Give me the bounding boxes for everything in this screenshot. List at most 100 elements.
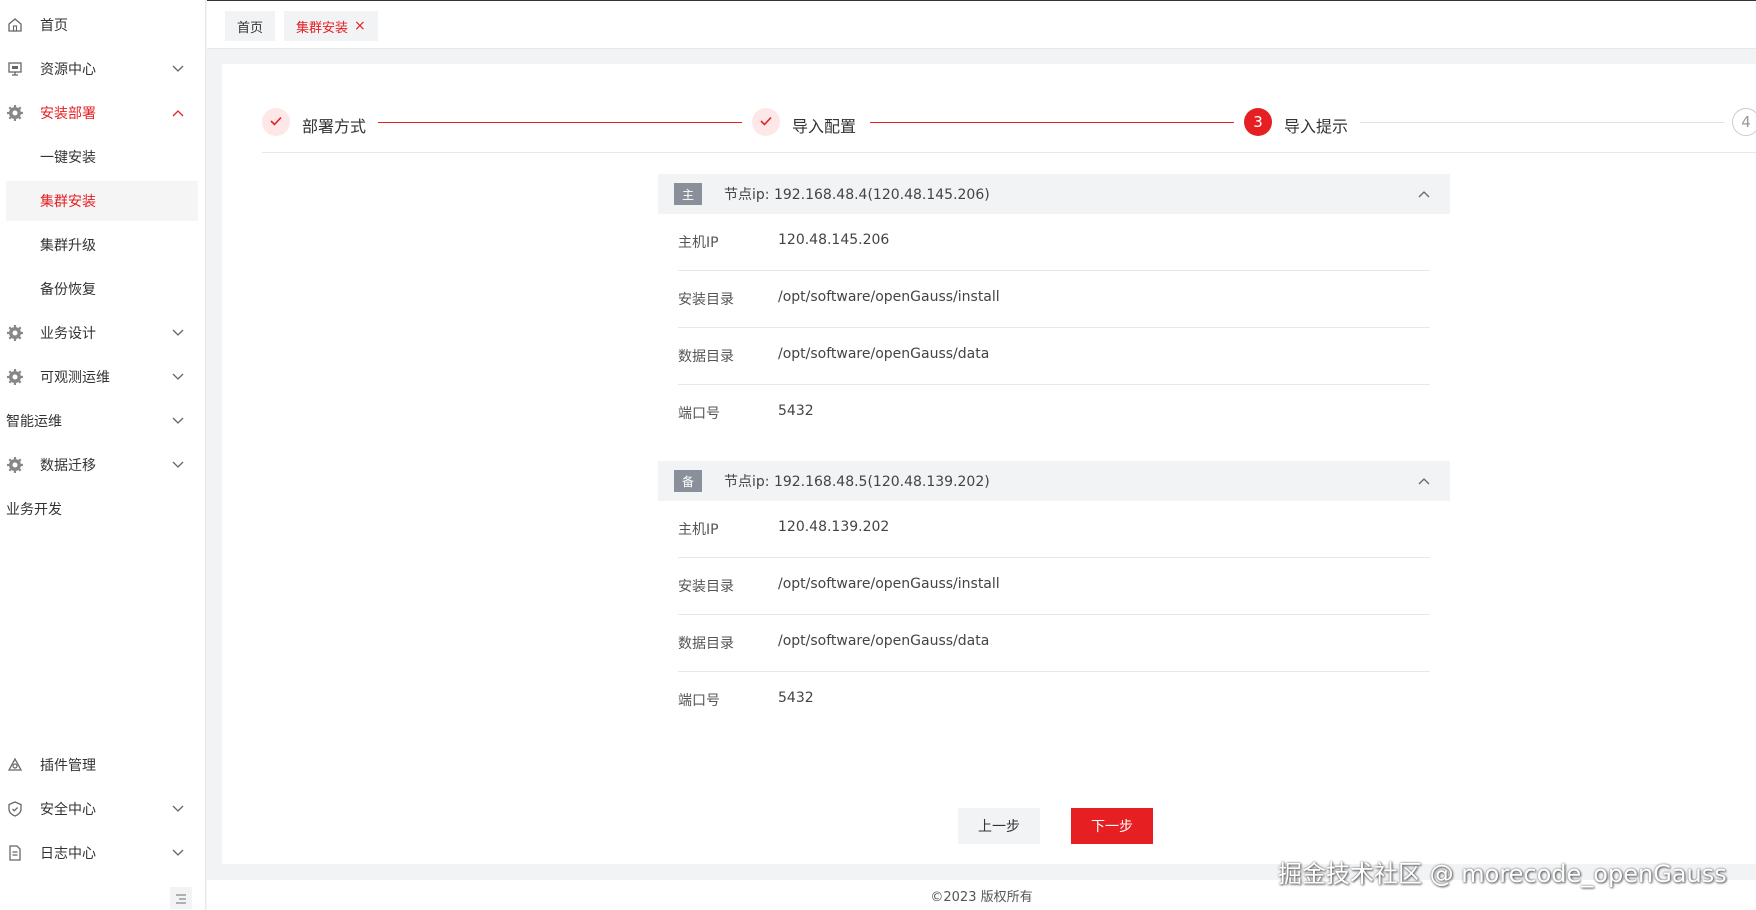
sidebar: 首页 资源中心 安装部署 一键安装 集群安装 集群升级 备份恢复 业务设计 可观… bbox=[0, 0, 206, 910]
row-key: 数据目录 bbox=[678, 636, 734, 652]
row-value: /opt/software/openGauss/data bbox=[778, 633, 990, 649]
tab-home[interactable]: 首页 bbox=[225, 11, 276, 41]
info-row: 数据目录 /opt/software/openGauss/data bbox=[678, 328, 1430, 385]
row-key: 端口号 bbox=[678, 406, 720, 422]
sidebar-item-label: 首页 bbox=[40, 18, 68, 34]
step-connector bbox=[1360, 122, 1724, 123]
sidebar-item-business-design[interactable]: 业务设计 bbox=[0, 313, 206, 353]
row-key: 主机IP bbox=[678, 235, 719, 251]
info-row: 安装目录 /opt/software/openGauss/install bbox=[678, 271, 1430, 328]
gear-icon bbox=[6, 104, 24, 122]
check-icon bbox=[269, 113, 283, 131]
steps-progress: 部署方式 导入配置 3 导入提示 4 bbox=[262, 104, 1756, 144]
chevron-up-icon bbox=[170, 105, 186, 121]
sidebar-item-label: 智能运维 bbox=[6, 414, 62, 430]
step-number: 3 bbox=[1253, 113, 1263, 131]
node-title: 节点ip: 192.168.48.5(120.48.139.202) bbox=[724, 474, 990, 490]
sidebar-item-label: 安全中心 bbox=[40, 802, 96, 818]
main-content: 部署方式 导入配置 3 导入提示 4 主 节点ip: 192.168.48.4(… bbox=[222, 64, 1756, 864]
info-row: 端口号 5432 bbox=[678, 672, 1430, 729]
close-icon[interactable]: × bbox=[354, 18, 366, 34]
row-value: /opt/software/openGauss/data bbox=[778, 346, 990, 362]
row-value: 120.48.139.202 bbox=[778, 519, 890, 535]
sidebar-item-security-center[interactable]: 安全中心 bbox=[0, 789, 206, 829]
row-key: 主机IP bbox=[678, 522, 719, 538]
sidebar-item-label: 集群升级 bbox=[40, 238, 96, 254]
sidebar-item-label: 数据迁移 bbox=[40, 458, 96, 474]
sidebar-item-label: 集群安装 bbox=[40, 194, 96, 210]
info-row: 主机IP 120.48.139.202 bbox=[678, 501, 1430, 558]
menu-fold-icon bbox=[175, 889, 187, 908]
sidebar-item-home[interactable]: 首页 bbox=[0, 5, 206, 45]
step-done-1 bbox=[262, 108, 290, 136]
tab-bar: 首页 集群安装 × bbox=[207, 0, 1756, 49]
info-row: 端口号 5432 bbox=[678, 385, 1430, 442]
info-row: 主机IP 120.48.145.206 bbox=[678, 214, 1430, 271]
monitor-icon bbox=[6, 60, 24, 78]
step-connector bbox=[378, 122, 742, 123]
sidebar-item-label: 业务开发 bbox=[6, 502, 62, 518]
sidebar-item-intelligent-ops[interactable]: 智能运维 bbox=[0, 401, 206, 441]
sidebar-item-install-deploy[interactable]: 安装部署 bbox=[0, 93, 206, 133]
sidebar-item-log-center[interactable]: 日志中心 bbox=[0, 833, 206, 873]
divider bbox=[262, 152, 1756, 153]
sidebar-item-label: 可观测运维 bbox=[40, 370, 110, 386]
chevron-up-icon[interactable] bbox=[1416, 186, 1432, 202]
chevron-up-icon[interactable] bbox=[1416, 473, 1432, 489]
sidebar-item-observability-ops[interactable]: 可观测运维 bbox=[0, 357, 206, 397]
role-badge: 主 bbox=[674, 183, 702, 205]
info-row: 数据目录 /opt/software/openGauss/data bbox=[678, 615, 1430, 672]
chevron-down-icon bbox=[170, 325, 186, 341]
row-value: 120.48.145.206 bbox=[778, 232, 890, 248]
gear-icon bbox=[6, 368, 24, 386]
node-panel-standby: 备 节点ip: 192.168.48.5(120.48.139.202) 主机I… bbox=[658, 461, 1450, 731]
sidebar-item-cluster-install[interactable]: 集群安装 bbox=[6, 181, 198, 221]
row-key: 安装目录 bbox=[678, 579, 734, 595]
sidebar-item-label: 业务设计 bbox=[40, 326, 96, 342]
node-header[interactable]: 主 节点ip: 192.168.48.4(120.48.145.206) bbox=[658, 174, 1450, 214]
tab-label: 首页 bbox=[237, 20, 264, 36]
check-icon bbox=[759, 113, 773, 131]
sidebar-item-resource-center[interactable]: 资源中心 bbox=[0, 49, 206, 89]
row-value: /opt/software/openGauss/install bbox=[778, 289, 1000, 305]
step-number: 4 bbox=[1741, 113, 1751, 131]
node-header[interactable]: 备 节点ip: 192.168.48.5(120.48.139.202) bbox=[658, 461, 1450, 501]
chevron-down-icon bbox=[170, 845, 186, 861]
sidebar-item-label: 插件管理 bbox=[40, 758, 96, 774]
copyright-text: ©2023 版权所有 bbox=[930, 889, 1033, 905]
next-step-button[interactable]: 下一步 bbox=[1071, 808, 1153, 844]
chevron-down-icon bbox=[170, 369, 186, 385]
previous-step-button[interactable]: 上一步 bbox=[958, 808, 1040, 844]
chevron-down-icon bbox=[170, 61, 186, 77]
row-key: 端口号 bbox=[678, 693, 720, 709]
home-icon bbox=[6, 16, 24, 34]
chevron-down-icon bbox=[170, 413, 186, 429]
role-badge: 备 bbox=[674, 470, 702, 492]
sidebar-item-backup-restore[interactable]: 备份恢复 bbox=[0, 269, 206, 309]
collapse-sidebar-button[interactable] bbox=[170, 887, 192, 909]
step-connector bbox=[870, 122, 1234, 123]
gear-icon bbox=[6, 324, 24, 342]
sidebar-item-plugin-management[interactable]: 插件管理 bbox=[0, 745, 206, 785]
step-label: 导入提示 bbox=[1284, 117, 1349, 136]
sidebar-item-business-dev[interactable]: 业务开发 bbox=[0, 489, 206, 529]
row-key: 数据目录 bbox=[678, 349, 734, 365]
tab-cluster-install[interactable]: 集群安装 × bbox=[284, 11, 378, 41]
row-key: 安装目录 bbox=[678, 292, 734, 308]
sidebar-item-label: 日志中心 bbox=[40, 846, 96, 862]
sidebar-item-cluster-upgrade[interactable]: 集群升级 bbox=[0, 225, 206, 265]
sidebar-item-label: 资源中心 bbox=[40, 62, 96, 78]
step-label: 导入配置 bbox=[792, 117, 857, 136]
shield-icon bbox=[6, 800, 24, 818]
step-current: 3 bbox=[1244, 108, 1272, 136]
sidebar-item-one-click-install[interactable]: 一键安装 bbox=[0, 137, 206, 177]
row-value: 5432 bbox=[778, 403, 814, 419]
gear-icon bbox=[6, 456, 24, 474]
document-icon bbox=[6, 844, 24, 862]
sidebar-item-label: 一键安装 bbox=[40, 150, 96, 166]
sidebar-item-data-migration[interactable]: 数据迁移 bbox=[0, 445, 206, 485]
step-todo: 4 bbox=[1732, 108, 1756, 136]
chevron-down-icon bbox=[170, 457, 186, 473]
step-done-2 bbox=[752, 108, 780, 136]
sidebar-item-label: 备份恢复 bbox=[40, 282, 96, 298]
